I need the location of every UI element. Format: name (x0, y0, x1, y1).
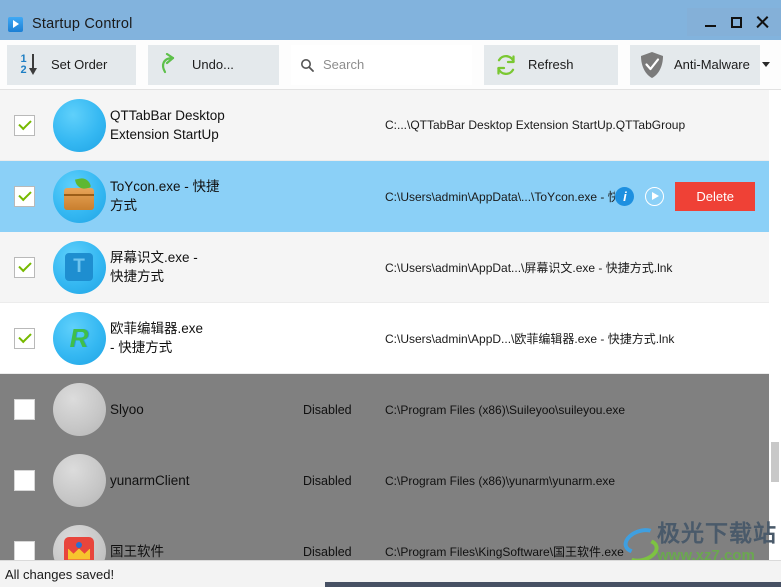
search-input[interactable]: Search (291, 44, 472, 85)
item-path: C:\Users\admin\AppData\...\ToYcon.exe - … (385, 189, 616, 204)
item-name-line1: 国王软件 (110, 544, 164, 559)
item-name-line1: QTTabBar Desktop (110, 108, 225, 123)
maximize-button[interactable] (723, 9, 749, 35)
set-order-label: Set Order (51, 57, 108, 72)
item-path: C:\Program Files\KingSoftware\国王软件.exe (385, 545, 624, 559)
startup-items-list[interactable]: QTTabBar Desktop Extension StartUp C:...\Q… (0, 90, 781, 587)
table-row[interactable]: ToYcon.exe - 快捷 方式 C:\Users\admin\AppData\… (0, 161, 769, 232)
box-glyph (64, 187, 94, 210)
item-path: C:\Users\admin\AppDat...\屏幕识文.exe - 快捷方式… (385, 260, 673, 275)
item-name: ToYcon.exe - 快捷 方式 (110, 177, 303, 215)
item-name: Slyoo (110, 400, 303, 419)
row-checkbox-cell (0, 185, 48, 207)
refresh-icon (484, 52, 528, 78)
item-name-line2: 快捷方式 (110, 269, 164, 284)
status-badge: Disabled (303, 473, 352, 488)
item-name-line1: 欧菲编辑器.exe (110, 321, 204, 336)
table-row[interactable]: T 屏幕识文.exe - 快捷方式 C:\Users\admin\AppDat...\… (0, 232, 769, 303)
enable-checkbox[interactable] (13, 256, 35, 278)
undo-arrow-icon (148, 52, 192, 77)
row-icon-cell (48, 454, 110, 507)
generic-app-icon (52, 383, 106, 436)
letter-glyph: R (69, 322, 89, 353)
play-circle-icon[interactable] (645, 186, 665, 206)
play-square-icon (8, 16, 23, 32)
item-name-line1: ToYcon.exe - 快捷 (110, 179, 220, 194)
set-order-button[interactable]: 1 2 Set Order (7, 44, 136, 85)
item-path: C:\Users\admin\AppD...\欧菲编辑器.exe - 快捷方式.… (385, 331, 675, 346)
row-icon-cell (48, 383, 110, 436)
startup-control-window: Startup Control 1 2 Set Order Undo... Se… (0, 0, 781, 587)
ofei-editor-r-icon: R (52, 311, 106, 365)
item-path: C:\Program Files (x86)\yunarm\yunarm.exe (385, 473, 616, 488)
item-name-line1: yunarmClient (110, 473, 190, 488)
close-button[interactable] (749, 9, 775, 35)
row-icon-cell: T (48, 240, 110, 294)
status-badge: Disabled (303, 544, 352, 559)
info-icon[interactable]: i (615, 186, 635, 206)
search-icon (291, 58, 323, 72)
enable-checkbox[interactable] (13, 114, 35, 136)
table-row[interactable]: QTTabBar Desktop Extension StartUp C:...\Q… (0, 90, 769, 161)
vertical-scrollbar[interactable] (769, 90, 781, 560)
background-bottom-strip (325, 582, 781, 587)
anti-malware-label: Anti-Malware (674, 57, 750, 72)
row-icon-cell: R (48, 311, 110, 365)
search-placeholder: Search (323, 57, 365, 72)
toolbar: 1 2 Set Order Undo... Search Refresh Ant… (0, 40, 781, 90)
sort-1-2-down-icon: 1 2 (7, 52, 51, 76)
delete-button[interactable]: Delete (675, 181, 755, 211)
row-checkbox-cell (0, 470, 48, 491)
row-icon-cell (48, 169, 110, 223)
row-checkbox-cell (0, 541, 48, 562)
table-row[interactable]: R 欧菲编辑器.exe - 快捷方式 C:\Users\admin\AppD...\欧… (0, 303, 769, 374)
enable-checkbox[interactable] (13, 541, 35, 562)
window-controls (687, 8, 781, 36)
minimize-button[interactable] (697, 9, 723, 35)
chevron-down-icon[interactable] (761, 62, 770, 67)
row-icon-cell (48, 98, 110, 152)
item-path: C:...\QTTabBar Desktop Extension StartUp… (385, 118, 686, 132)
item-name: 国王软件 (110, 542, 303, 561)
table-row[interactable]: yunarmClient Disabled C:\Program Files (x8… (0, 445, 769, 516)
item-path: C:\Program Files (x86)\Suileyoo\suileyou… (385, 402, 626, 417)
status-message: All changes saved! (5, 566, 115, 582)
item-name: 屏幕识文.exe - 快捷方式 (110, 248, 303, 286)
item-name: QTTabBar Desktop Extension StartUp (110, 106, 303, 144)
item-name-line2: 方式 (110, 198, 137, 213)
item-name-line1: 屏幕识文.exe - (110, 250, 198, 265)
refresh-button[interactable]: Refresh (484, 44, 618, 85)
set-order-num-top: 1 (20, 52, 27, 65)
item-name-line2: Extension StartUp (110, 127, 219, 142)
enable-checkbox[interactable] (13, 470, 35, 491)
generic-app-icon (52, 454, 106, 507)
enable-checkbox[interactable] (13, 185, 35, 207)
row-checkbox-cell (0, 399, 48, 420)
page-title: Startup Control (32, 16, 133, 32)
refresh-label: Refresh (528, 57, 574, 72)
scrollbar-thumb[interactable] (771, 442, 779, 482)
row-actions: i Delete (615, 181, 769, 211)
shield-check-icon (630, 51, 674, 79)
anti-malware-button[interactable]: Anti-Malware (630, 44, 770, 85)
item-name: 欧菲编辑器.exe - 快捷方式 (110, 319, 303, 357)
item-name-line1: Slyoo (110, 402, 144, 417)
enable-checkbox[interactable] (13, 399, 35, 420)
table-row[interactable]: Slyoo Disabled C:\Program Files (x86)\Suil… (0, 374, 769, 445)
undo-button[interactable]: Undo... (148, 44, 279, 85)
status-badge: Disabled (303, 402, 352, 417)
row-checkbox-cell (0, 256, 48, 278)
row-checkbox-cell (0, 327, 48, 349)
title-bar: Startup Control (0, 0, 781, 40)
textify-t-icon: T (52, 240, 106, 294)
set-order-num-bottom: 2 (20, 63, 27, 76)
item-name: yunarmClient (110, 471, 303, 490)
toycon-box-icon (52, 169, 106, 223)
undo-label: Undo... (192, 57, 234, 72)
qttabbar-icon (52, 98, 106, 152)
letter-glyph: T (65, 253, 93, 281)
enable-checkbox[interactable] (13, 327, 35, 349)
item-name-line2: - 快捷方式 (110, 340, 173, 355)
row-checkbox-cell (0, 114, 48, 136)
